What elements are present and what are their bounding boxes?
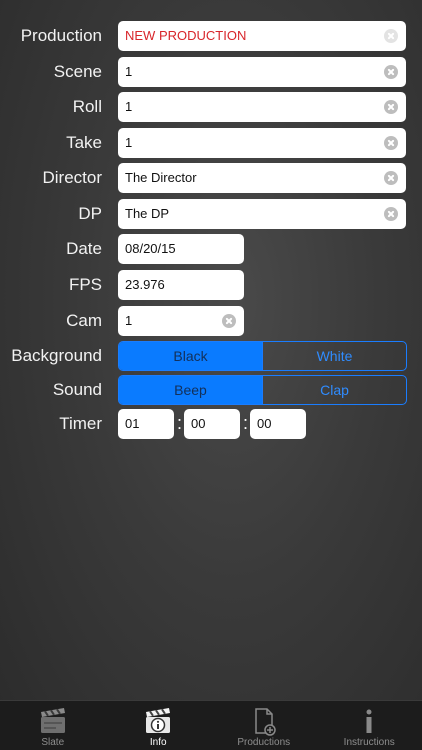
clear-icon[interactable] [222, 314, 236, 328]
timer-minutes-value: 00 [191, 416, 206, 431]
cam-value: 1 [125, 313, 133, 328]
sound-segmented-control[interactable]: Beep Clap [118, 375, 407, 405]
director-row: Director The Director [0, 163, 422, 193]
roll-field[interactable]: 1 [118, 92, 406, 122]
timer-separator: : [243, 413, 249, 433]
scene-row: Scene 1 [0, 57, 422, 87]
sound-row: Sound Beep Clap [0, 375, 422, 405]
background-option-white[interactable]: White [262, 342, 406, 370]
tab-info-label: Info [149, 737, 167, 748]
clapperboard-icon [40, 708, 65, 733]
tab-instructions-label: Instructions [343, 737, 395, 748]
document-add-icon [255, 708, 276, 736]
dp-label: DP [78, 204, 102, 223]
scene-value: 1 [125, 64, 133, 79]
timer-row: Timer 01 : 00 : 00 [0, 409, 422, 439]
tab-slate-label: Slate [41, 737, 65, 748]
roll-value: 1 [125, 99, 133, 114]
fps-label: FPS [68, 275, 102, 294]
cam-label: Cam [66, 311, 102, 330]
scene-label: Scene [53, 62, 102, 81]
clear-icon[interactable] [384, 29, 398, 43]
date-field[interactable]: 08/20/15 [118, 234, 244, 264]
take-value: 1 [125, 135, 133, 150]
take-row: Take 1 [0, 128, 422, 158]
fps-value: 23.976 [125, 277, 165, 292]
tab-productions[interactable]: Productions [211, 701, 317, 750]
tab-slate[interactable]: Slate [0, 701, 106, 750]
timer-seconds-value: 00 [257, 416, 272, 431]
director-label: Director [42, 168, 102, 187]
timer-hours-value: 01 [125, 416, 140, 431]
dp-field[interactable]: The DP [118, 199, 406, 229]
date-row: Date 08/20/15 [0, 234, 422, 264]
sound-label: Sound [52, 380, 102, 399]
timer-seconds-field[interactable]: 00 [250, 409, 306, 439]
tab-productions-label: Productions [237, 737, 291, 748]
background-row: Background Black White [0, 341, 422, 371]
take-field[interactable]: 1 [118, 128, 406, 158]
date-label: Date [66, 239, 102, 258]
clear-icon[interactable] [384, 65, 398, 79]
clear-icon[interactable] [384, 100, 398, 114]
fps-row: FPS 23.976 [0, 270, 422, 300]
cam-row: Cam 1 [0, 306, 422, 336]
production-row: Production NEW PRODUCTION [0, 21, 422, 51]
take-label: Take [66, 133, 102, 152]
timer-label: Timer [59, 414, 102, 433]
roll-row: Roll 1 [0, 92, 422, 122]
roll-label: Roll [72, 97, 102, 116]
clear-icon[interactable] [384, 136, 398, 150]
cam-field[interactable]: 1 [118, 306, 244, 336]
info-icon [366, 709, 372, 733]
timer-minutes-field[interactable]: 00 [184, 409, 240, 439]
timer-separator: : [177, 413, 183, 433]
clear-icon[interactable] [384, 171, 398, 185]
sound-option-clap[interactable]: Clap [262, 376, 406, 404]
clapperboard-info-icon [146, 708, 171, 733]
sound-option-beep[interactable]: Beep [119, 376, 262, 404]
fps-field[interactable]: 23.976 [118, 270, 244, 300]
clear-icon[interactable] [384, 207, 398, 221]
director-field[interactable]: The Director [118, 163, 406, 193]
production-value: NEW PRODUCTION [125, 28, 247, 43]
production-field[interactable]: NEW PRODUCTION [118, 21, 406, 51]
tab-bar: Slate Info Productions Instructions [0, 700, 422, 750]
date-value: 08/20/15 [125, 241, 176, 256]
scene-field[interactable]: 1 [118, 57, 406, 87]
tab-instructions[interactable]: Instructions [317, 701, 422, 750]
dp-value: The DP [125, 206, 170, 221]
director-value: The Director [125, 170, 197, 185]
production-label: Production [20, 26, 102, 45]
background-label: Background [11, 346, 102, 365]
background-option-black[interactable]: Black [119, 342, 262, 370]
tab-info[interactable]: Info [106, 701, 212, 750]
background-segmented-control[interactable]: Black White [118, 341, 407, 371]
timer-hours-field[interactable]: 01 [118, 409, 174, 439]
dp-row: DP The DP [0, 199, 422, 229]
